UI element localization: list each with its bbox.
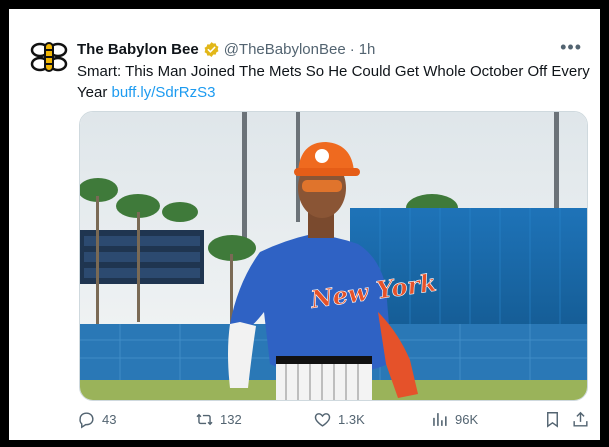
- baseball-player-photo: New York: [80, 112, 587, 400]
- tweet-media-photo[interactable]: New York: [79, 111, 588, 401]
- avatar[interactable]: [29, 37, 69, 77]
- views-icon: [433, 413, 447, 426]
- tweet-card[interactable]: The Babylon Bee @TheBabylonBee · 1h ••• …: [6, 6, 603, 443]
- view-count: 96K: [455, 412, 479, 427]
- share-button[interactable]: [571, 410, 596, 429]
- bookmark-icon: [547, 412, 558, 428]
- action-bar: 43 132 1.3K 96K: [77, 410, 588, 432]
- account-handle[interactable]: @TheBabylonBee: [224, 41, 346, 58]
- share-icon: [573, 411, 588, 427]
- tweet-header: The Babylon Bee @TheBabylonBee · 1h: [77, 41, 375, 58]
- verified-badge-icon: [204, 42, 219, 57]
- retweet-button[interactable]: 132: [195, 410, 242, 429]
- views-button[interactable]: 96K: [430, 410, 478, 429]
- timestamp[interactable]: 1h: [359, 41, 376, 58]
- separator-dot: ·: [349, 41, 355, 58]
- reply-icon: [79, 412, 94, 429]
- tweet-link[interactable]: buff.ly/SdrRzS3: [111, 84, 215, 101]
- like-count: 1.3K: [338, 412, 365, 427]
- like-button[interactable]: 1.3K: [313, 410, 365, 429]
- tweet-text: Smart: This Man Joined The Mets So He Co…: [77, 61, 597, 103]
- reply-button[interactable]: 43: [77, 410, 116, 429]
- retweet-count: 132: [220, 412, 242, 427]
- reply-count: 43: [102, 412, 117, 427]
- like-icon: [314, 413, 331, 427]
- bee-logo-icon: [29, 37, 69, 77]
- more-options-icon[interactable]: •••: [560, 37, 582, 58]
- account-name[interactable]: The Babylon Bee: [77, 41, 199, 58]
- bookmark-button[interactable]: [543, 410, 568, 429]
- retweet-icon: [196, 413, 213, 426]
